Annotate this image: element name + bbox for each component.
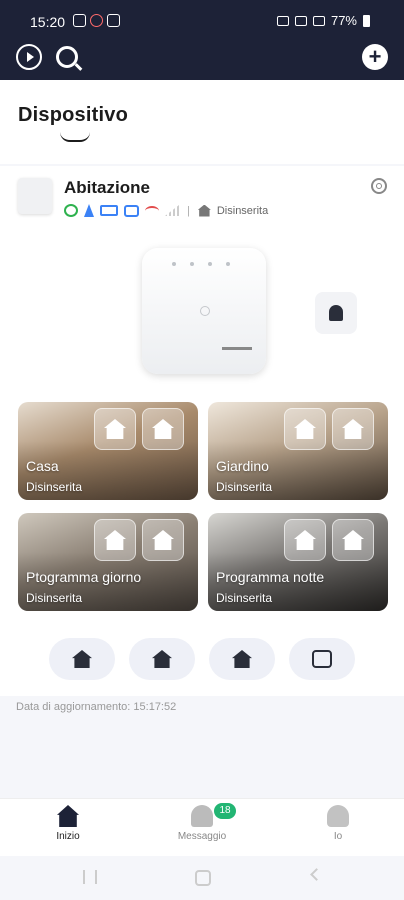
scene-state: Disinserita xyxy=(26,480,83,494)
nav-messages-label: Messaggio xyxy=(177,831,227,842)
system-navigation-bar xyxy=(0,856,404,900)
stay-arm-mode-button[interactable] xyxy=(94,408,136,450)
update-timestamp: Data di aggiornamento: 15:17:52 xyxy=(16,701,177,713)
battery-percent: 77% xyxy=(330,13,357,28)
away-arm-mode-button[interactable] xyxy=(142,408,184,450)
scene-card-casa[interactable]: Casa Disinserita xyxy=(18,402,198,500)
hub-led-dots xyxy=(172,262,230,266)
device-thumbnail[interactable] xyxy=(18,178,52,214)
bottom-nav: Inizio 18 Messaggio Io xyxy=(0,798,404,856)
stay-arm-icon xyxy=(104,530,126,550)
signal-icon xyxy=(312,15,325,26)
bell-icon xyxy=(191,805,213,827)
away-arm-mode-button[interactable] xyxy=(332,519,374,561)
device-arm-status: Disinserita xyxy=(216,204,269,217)
stay-arm-button[interactable] xyxy=(129,638,195,680)
message-count-badge: 18 xyxy=(214,803,236,819)
alarm-clock-icon xyxy=(90,14,103,27)
alarm-icon xyxy=(276,15,289,26)
stay-arm-icon xyxy=(294,419,316,439)
house-icon xyxy=(197,204,211,217)
check-ok-icon xyxy=(64,204,78,217)
battery-icon xyxy=(363,14,370,27)
system-status: 77% xyxy=(276,13,370,28)
away-arm-button[interactable] xyxy=(49,638,115,680)
hub-brand-mark xyxy=(222,347,252,350)
siren-button[interactable] xyxy=(315,292,357,334)
away-arm-mode-button[interactable] xyxy=(142,519,184,561)
title-area: Dispositivo xyxy=(0,80,404,164)
stay-arm-icon xyxy=(104,419,126,439)
nav-home-label: Inizio xyxy=(56,831,80,842)
away-arm-icon xyxy=(342,530,364,550)
add-device-icon[interactable]: + xyxy=(362,44,388,70)
nav-messages[interactable]: 18 Messaggio xyxy=(162,803,242,842)
scene-card-notte[interactable]: Programma notte Disinserita xyxy=(208,513,388,611)
stay-arm-mode-button[interactable] xyxy=(284,408,326,450)
scene-state: Disinserita xyxy=(216,480,273,494)
battery-status-icon xyxy=(100,205,118,216)
scene-state: Disinserita xyxy=(216,591,273,605)
away-arm-mode-button[interactable] xyxy=(332,408,374,450)
page-title: Dispositivo xyxy=(18,104,128,126)
recents-icon[interactable] xyxy=(83,870,97,884)
hub-logo-icon xyxy=(200,306,210,316)
title-indicator xyxy=(60,132,90,142)
notification-icons xyxy=(73,14,120,27)
away-arm-icon xyxy=(152,419,174,439)
scene-name: Giardino xyxy=(216,458,269,474)
scene-name: Ptogramma giorno xyxy=(26,569,142,585)
back-icon[interactable] xyxy=(310,868,323,881)
gallery-icon xyxy=(73,14,86,27)
disarm-button[interactable] xyxy=(209,638,275,680)
nav-home[interactable]: Inizio xyxy=(28,805,108,842)
person-icon xyxy=(327,805,349,827)
clear-alarm-icon xyxy=(312,650,332,668)
away-arm-icon xyxy=(342,419,364,439)
scene-card-giardino[interactable]: Giardino Disinserita xyxy=(208,402,388,500)
nav-profile[interactable]: Io xyxy=(298,805,378,842)
device-card[interactable]: Abitazione | Disinserita Casa Disinserit… xyxy=(0,166,404,696)
separator: | xyxy=(187,204,190,217)
stay-arm-icon xyxy=(152,650,172,668)
scene-state: Disinserita xyxy=(26,591,83,605)
status-time: 15:20 xyxy=(30,14,66,30)
device-name[interactable]: Abitazione xyxy=(64,178,150,198)
wifi-off-icon xyxy=(145,205,159,216)
router-icon xyxy=(124,204,139,217)
settings-gear-icon[interactable] xyxy=(371,178,387,194)
wifi-icon xyxy=(294,15,307,26)
away-arm-icon xyxy=(72,650,92,668)
scene-card-giorno[interactable]: Ptogramma giorno Disinserita xyxy=(18,513,198,611)
stay-arm-mode-button[interactable] xyxy=(284,519,326,561)
home-icon xyxy=(57,805,79,827)
disarm-icon xyxy=(232,650,252,668)
hub-image xyxy=(142,248,266,374)
away-arm-icon xyxy=(152,530,174,550)
cellular-icon xyxy=(165,205,179,216)
stay-arm-mode-button[interactable] xyxy=(94,519,136,561)
power-icon xyxy=(84,204,94,217)
nav-profile-label: Io xyxy=(333,831,343,842)
status-bar: 15:20 77% + xyxy=(0,0,404,80)
scene-name: Casa xyxy=(26,458,59,474)
search-icon[interactable] xyxy=(56,46,78,68)
clear-alarm-button[interactable] xyxy=(289,638,355,680)
device-status-row: | Disinserita xyxy=(64,204,268,217)
history-icon[interactable] xyxy=(16,44,42,70)
system-home-icon[interactable] xyxy=(195,870,211,886)
mail-icon xyxy=(107,14,120,27)
scene-name: Programma notte xyxy=(216,569,325,585)
siren-icon xyxy=(329,305,343,321)
stay-arm-icon xyxy=(294,530,316,550)
